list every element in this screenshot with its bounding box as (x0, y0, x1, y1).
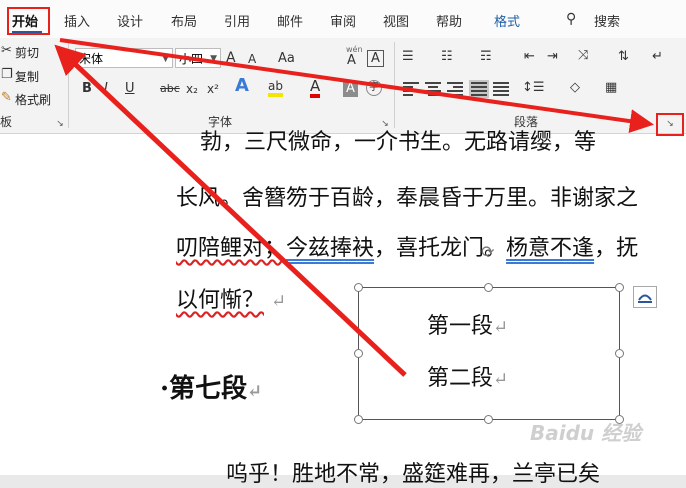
annotation-arrows (54, 38, 654, 377)
annotation-arrow-to-home (54, 44, 407, 377)
annotation-arrow-to-launcher (59, 38, 654, 134)
